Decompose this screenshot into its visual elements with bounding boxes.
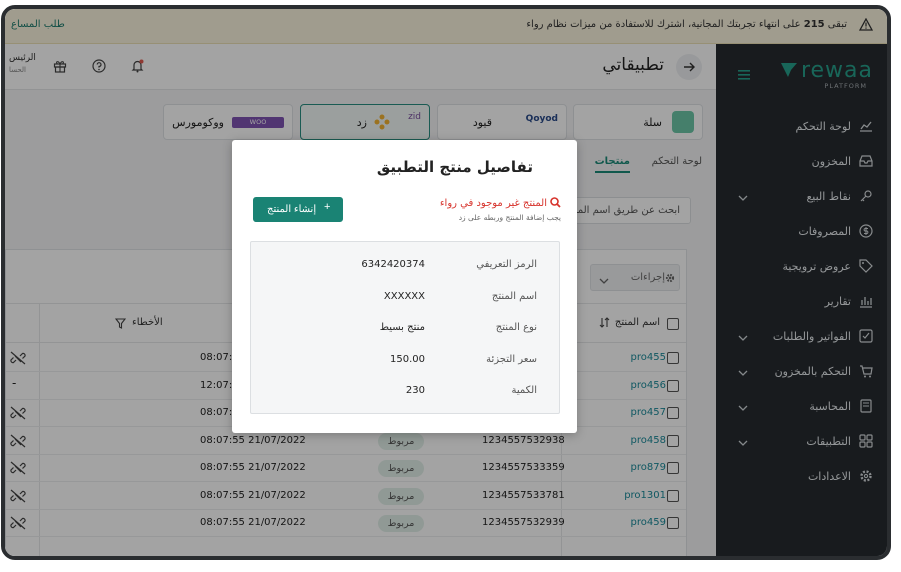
- not-found-hint: يجب إضافة المنتج وربطه على زد: [458, 213, 561, 222]
- detail-row: الرمز التعريفي 6342420374: [251, 256, 559, 276]
- detail-label: نوع المنتج: [495, 322, 537, 333]
- app-window: تبقى 215 على انتهاء تجربتك المجانية، اشت…: [1, 5, 891, 560]
- detail-row: نوع المنتج منتج بسيط: [251, 319, 559, 339]
- detail-row: اسم المنتج XXXXXX: [251, 288, 559, 308]
- detail-value: XXXXXX: [383, 290, 425, 302]
- search-warning-icon: [550, 197, 561, 208]
- detail-value: 230: [405, 385, 425, 396]
- detail-label: الكمية: [511, 385, 537, 396]
- create-product-button[interactable]: + إنشاء المنتج: [253, 197, 343, 222]
- detail-label: اسم المنتج: [491, 290, 537, 302]
- detail-value: 150.00: [390, 353, 425, 365]
- detail-row: الكمية 230: [251, 382, 559, 402]
- detail-value: 6342420374: [361, 259, 425, 270]
- not-found-warning: المنتج غير موجود في رواء: [440, 197, 561, 209]
- modal-title: تفاصيل منتج التطبيق: [376, 158, 533, 176]
- plus-icon: +: [324, 201, 331, 213]
- product-details-modal: تفاصيل منتج التطبيق المنتج غير موجود في …: [232, 140, 577, 433]
- detail-label: الرمز التعريفي: [476, 259, 537, 270]
- create-product-label: إنشاء المنتج: [267, 204, 317, 215]
- detail-label: سعر التجزئة: [486, 353, 537, 365]
- detail-row: سعر التجزئة 150.00: [251, 351, 559, 371]
- detail-value: منتج بسيط: [379, 322, 425, 333]
- product-details-box: الرمز التعريفي 6342420374 اسم المنتج XXXXXX…: [250, 241, 560, 414]
